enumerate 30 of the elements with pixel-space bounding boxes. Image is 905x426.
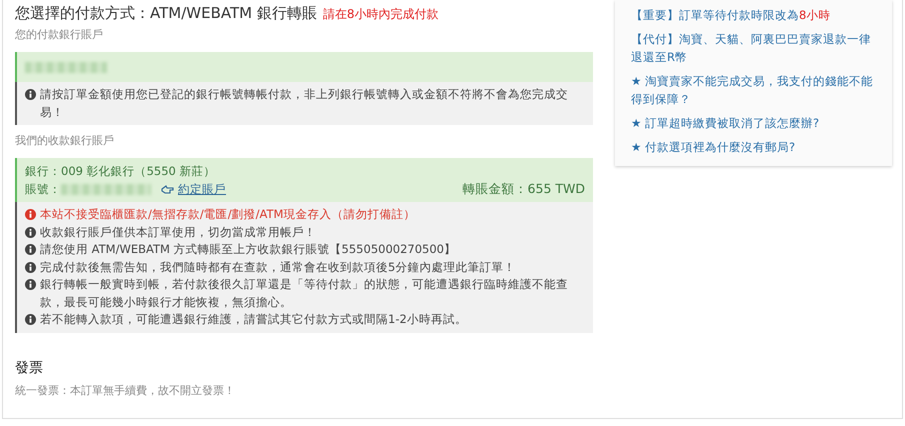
notice-text: 完成付款後無需告知，我們隨時都有在查款，通常會在收到款項後5分鐘內處理此筆訂單！	[40, 258, 516, 276]
page-title: 您選擇的付款方式：ATM/WEBATM 銀行轉賬	[15, 4, 317, 23]
amount-text: 轉賬金額：655 TWD	[462, 180, 585, 198]
sidebar-link[interactable]: ★ 淘寶賣家不能完成交易，我支付的錢能不能得到保障？	[631, 72, 878, 108]
section-label: 我們的收款銀行賬戶	[15, 133, 115, 148]
info-icon	[25, 314, 36, 325]
notice-text: 請按訂單金額使用您已登記的銀行帳號轉帳付款，非上列銀行帳號轉入或金額不符將不會為您完成交易！	[40, 86, 569, 120]
info-icon	[25, 262, 36, 272]
notice-text: 收款銀行賬戶僅供本訂單使用，切勿當成常用帳戶！	[40, 224, 316, 240]
info-icon	[25, 226, 36, 238]
hand-icon	[161, 184, 175, 194]
notice-text: 若不能轉入款項，可能遭遇銀行維護，請嘗試其它付款方式或間隔1-2小時再試。	[40, 311, 467, 328]
info-icon	[25, 89, 36, 100]
account-label: 賬號：	[25, 181, 61, 198]
invoice-text: 統一發票：本訂單無手續費，故不開立發票！	[15, 382, 236, 398]
section-title: 發票	[15, 358, 44, 376]
sidebar-link[interactable]: 【代付】淘寶、天貓、阿裏巴巴賣家退款一律退還至R幣	[631, 30, 878, 66]
info-icon	[25, 244, 36, 255]
warning-text: 本站不接受臨櫃匯款/無摺存款/電匯/劃撥/ATM現金存入（請勿打備註）	[40, 206, 416, 223]
section-label: 您的付款銀行賬戶	[15, 27, 104, 42]
sidebar-link[interactable]: ★ 訂單超時繳費被取消了該怎麼辦?	[631, 114, 878, 132]
bank-text: 銀行：009 彰化銀行（5550 新莊）	[25, 163, 217, 180]
info-icon	[25, 279, 36, 290]
deadline-text: 請在8小時內完成付款	[322, 6, 438, 23]
bank-link[interactable]: 約定賬戶	[161, 180, 226, 198]
sidebar-link[interactable]: ★ 付款選項裡為什麼沒有郵局?	[631, 138, 878, 156]
notice-text: 請您使用 ATM/WEBATM 方式轉賬至上方收款銀行賬號【55505000270500】	[40, 241, 456, 258]
notice-text: 銀行轉帳一般實時到帳，若付款後很久訂單還是「等待付款」的狀態，可能遭遇銀行臨時維護不能查款，最長可能幾小時銀行才能恢複，無須擔心。	[40, 276, 569, 310]
sidebar-link[interactable]: 【重要】訂單等待付款時限改為8小時	[631, 6, 878, 24]
info-icon	[25, 209, 36, 220]
